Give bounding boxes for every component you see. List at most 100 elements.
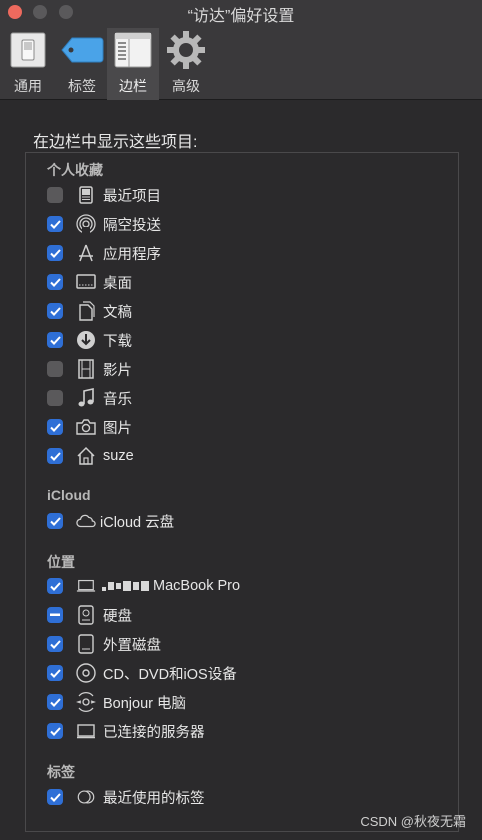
cds-dvds-label: CD、DVD和iOS设备 xyxy=(103,666,237,683)
bonjour-label: Bonjour 电脑 xyxy=(103,695,187,712)
section-tags: 标签 xyxy=(47,764,75,780)
documents-checkbox[interactable] xyxy=(47,303,63,319)
gear-icon xyxy=(166,30,206,70)
music-checkbox[interactable] xyxy=(47,390,63,406)
desktop-checkbox[interactable] xyxy=(47,274,63,290)
servers-label: 已连接的服务器 xyxy=(103,724,205,741)
check-icon xyxy=(49,248,61,258)
applications-checkbox[interactable] xyxy=(47,245,63,261)
general-switch-icon xyxy=(9,30,47,70)
documents-icon xyxy=(76,301,96,321)
music-label: 音乐 xyxy=(103,391,132,408)
tab-general-label: 通用 xyxy=(14,78,42,94)
row-hard-disks[interactable]: 硬盘 xyxy=(47,603,132,627)
row-recent-tags[interactable]: 最近使用的标签 xyxy=(47,785,205,809)
tab-general[interactable]: 通用 xyxy=(2,28,54,100)
home-checkbox[interactable] xyxy=(47,448,63,464)
check-icon xyxy=(49,335,61,345)
title-bar: “访达”偏好设置 通用 标签 边栏 高级 xyxy=(0,0,482,100)
check-icon xyxy=(49,726,61,736)
pictures-checkbox[interactable] xyxy=(47,419,63,435)
macbook-checkbox[interactable] xyxy=(47,578,63,594)
check-icon xyxy=(49,451,61,461)
row-recents[interactable]: 最近项目 xyxy=(47,183,161,207)
film-icon xyxy=(76,359,96,379)
row-desktop[interactable]: 桌面 xyxy=(47,270,132,294)
tab-tags[interactable]: 标签 xyxy=(56,28,108,100)
music-note-icon xyxy=(76,388,96,408)
disc-icon xyxy=(76,663,96,683)
sidebar-items-heading: 在边栏中显示这些项目: xyxy=(33,134,198,151)
recents-checkbox[interactable] xyxy=(47,187,63,203)
pictures-label: 图片 xyxy=(103,420,132,437)
movies-checkbox[interactable] xyxy=(47,361,63,377)
sidebar-window-icon xyxy=(113,30,153,70)
movies-label: 影片 xyxy=(103,362,132,379)
tab-sidebar-label: 边栏 xyxy=(119,78,147,94)
section-icloud: iCloud xyxy=(47,487,91,503)
hard-disks-checkbox[interactable] xyxy=(47,607,63,623)
row-home[interactable]: suze xyxy=(47,444,134,468)
cloud-icon xyxy=(76,511,96,531)
row-airdrop[interactable]: 隔空投送 xyxy=(47,212,161,236)
airdrop-checkbox[interactable] xyxy=(47,216,63,232)
server-monitor-icon xyxy=(76,721,96,741)
external-disks-label: 外置磁盘 xyxy=(103,637,161,654)
row-bonjour[interactable]: Bonjour 电脑 xyxy=(47,690,186,714)
check-icon xyxy=(49,668,61,678)
row-servers[interactable]: 已连接的服务器 xyxy=(47,719,205,743)
icloud-drive-checkbox[interactable] xyxy=(47,513,63,529)
row-music[interactable]: 音乐 xyxy=(47,386,132,410)
external-disks-checkbox[interactable] xyxy=(47,636,63,652)
watermark: CSDN @秋夜无霜 xyxy=(360,814,466,829)
hard-disk-icon xyxy=(76,605,96,625)
row-downloads[interactable]: 下载 xyxy=(47,328,132,352)
applications-label: 应用程序 xyxy=(103,246,161,263)
external-disk-icon xyxy=(76,634,96,654)
tab-tags-label: 标签 xyxy=(68,78,96,94)
check-icon xyxy=(49,639,61,649)
servers-checkbox[interactable] xyxy=(47,723,63,739)
row-pictures[interactable]: 图片 xyxy=(47,415,132,439)
row-documents[interactable]: 文稿 xyxy=(47,299,132,323)
applications-icon xyxy=(76,243,96,263)
row-icloud-drive[interactable]: iCloud 云盘 xyxy=(47,509,174,533)
section-favorites: 个人收藏 xyxy=(47,162,103,178)
redacted-device-name xyxy=(102,581,149,591)
tab-advanced[interactable]: 高级 xyxy=(160,28,212,100)
window-title: “访达”偏好设置 xyxy=(187,8,295,25)
cds-dvds-checkbox[interactable] xyxy=(47,665,63,681)
downloads-checkbox[interactable] xyxy=(47,332,63,348)
desktop-icon xyxy=(76,272,96,292)
row-cds-dvds[interactable]: CD、DVD和iOS设备 xyxy=(47,661,237,685)
row-external-disks[interactable]: 外置磁盘 xyxy=(47,632,161,656)
dash-icon xyxy=(50,613,60,616)
recent-tags-label: 最近使用的标签 xyxy=(103,790,205,807)
hard-disks-label: 硬盘 xyxy=(103,608,132,625)
laptop-icon xyxy=(76,576,96,596)
desktop-label: 桌面 xyxy=(103,275,132,292)
tag-icon xyxy=(60,30,104,70)
tags-circles-icon xyxy=(76,787,96,807)
documents-label: 文稿 xyxy=(103,304,132,321)
recents-label: 最近项目 xyxy=(103,188,161,205)
recents-icon xyxy=(76,185,96,205)
recent-tags-checkbox[interactable] xyxy=(47,789,63,805)
check-icon xyxy=(49,422,61,432)
check-icon xyxy=(49,219,61,229)
check-icon xyxy=(49,306,61,316)
row-movies[interactable]: 影片 xyxy=(47,357,132,381)
row-applications[interactable]: 应用程序 xyxy=(47,241,161,265)
bonjour-icon xyxy=(76,692,96,712)
check-icon xyxy=(49,277,61,287)
check-icon xyxy=(49,697,61,707)
tab-advanced-label: 高级 xyxy=(172,78,200,94)
check-icon xyxy=(49,581,61,591)
preferences-toolbar: 通用 标签 边栏 高级 xyxy=(0,28,482,100)
camera-icon xyxy=(76,417,96,437)
tab-sidebar[interactable]: 边栏 xyxy=(107,28,159,100)
row-macbook[interactable]: MacBook Pro xyxy=(47,574,240,598)
check-icon xyxy=(49,792,61,802)
icloud-drive-label: iCloud 云盘 xyxy=(100,514,175,531)
bonjour-checkbox[interactable] xyxy=(47,694,63,710)
